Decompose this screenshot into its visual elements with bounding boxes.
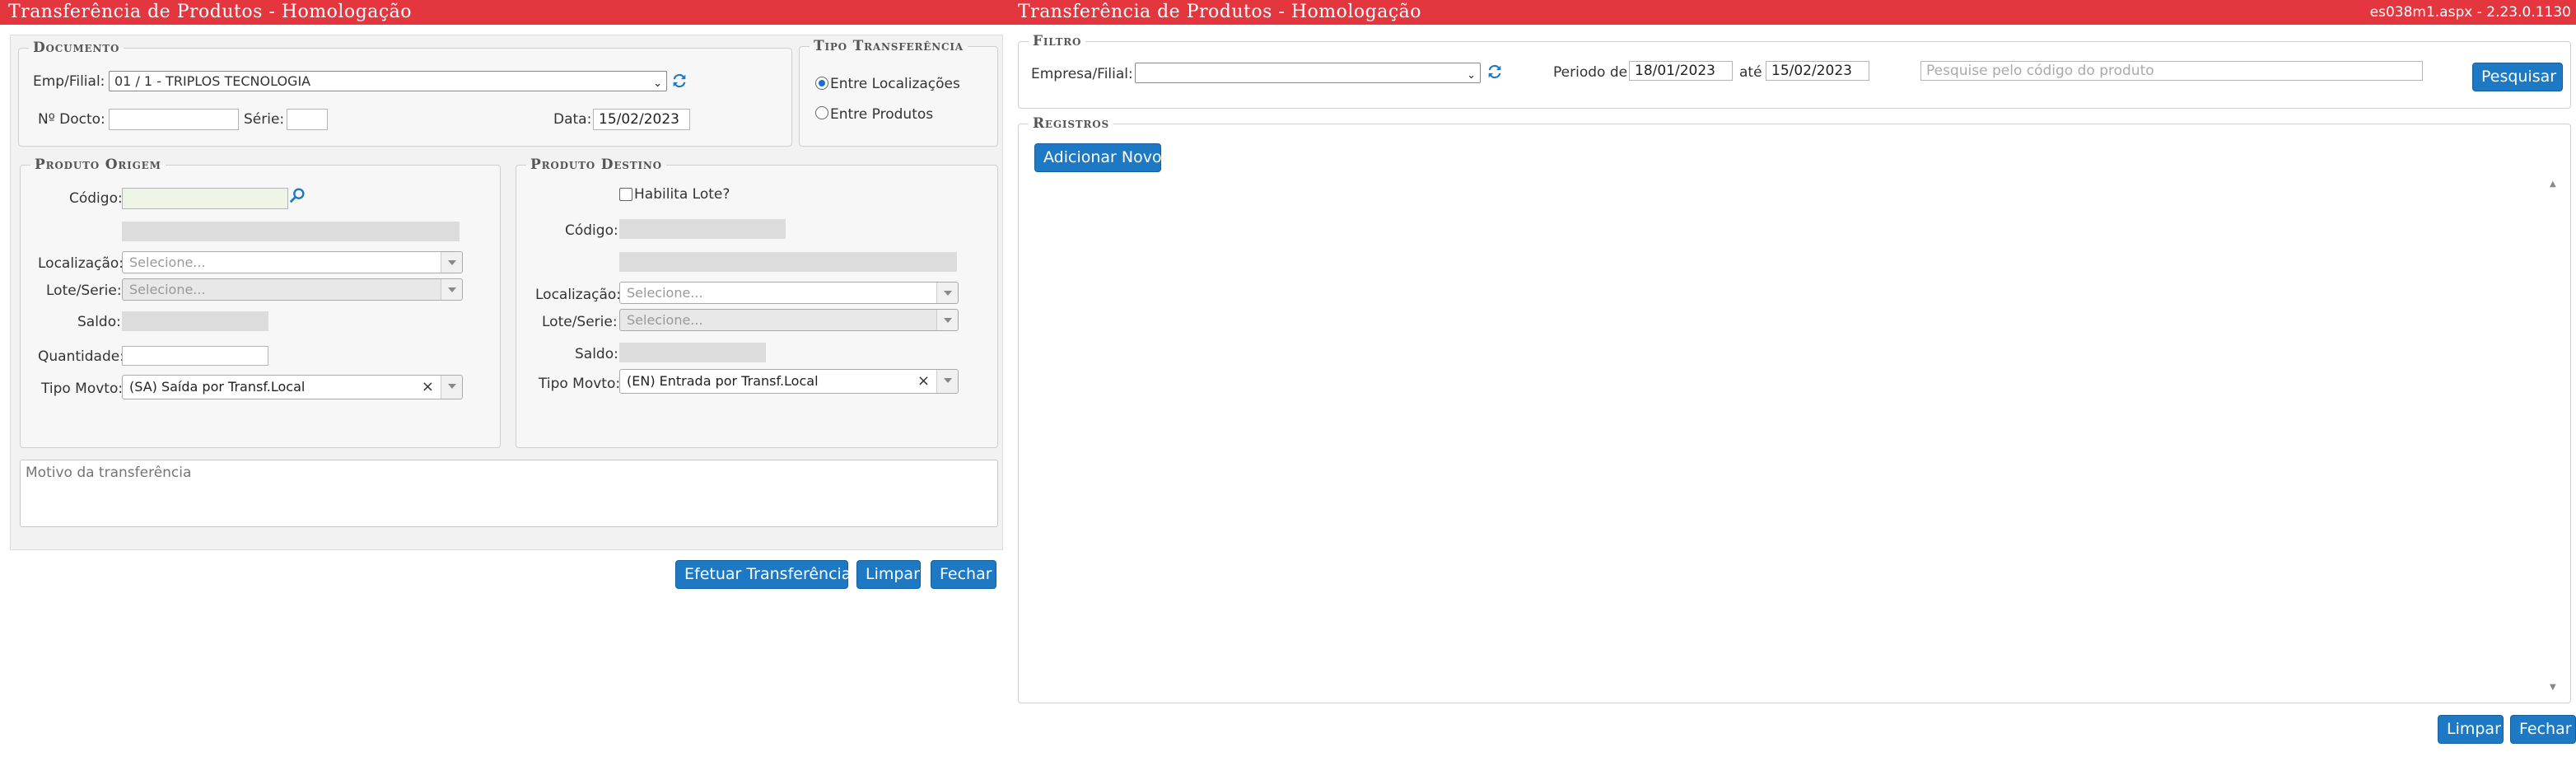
tipo-legend: Tipo Transferência [814,38,964,54]
fechar-button[interactable]: Fechar [2510,715,2576,744]
refresh-icon[interactable] [670,72,688,90]
destino-legend: Produto Destino [530,156,662,173]
page-title: Transferência de Produtos - Homologação … [1010,0,2576,25]
chevron-down-icon [441,376,462,399]
entre-produtos-label: Entre Produtos [830,106,934,123]
destino-tipomovto-value: (EN) Entrada por Transf.Local [627,373,819,389]
destino-localizacao-label: Localização: [535,287,622,303]
emp-filial-value: 01 / 1 - TRIPLOS TECNOLOGIA [114,73,311,89]
origem-lote-label: Lote/Serie: [46,283,122,299]
search-placeholder: Pesquise pelo código do produto [1926,63,2154,79]
title-text: Transferência de Produtos - Homologação [1018,2,1422,22]
destino-saldo-field [619,343,766,362]
efetuar-transferencia-button[interactable]: Efetuar Transferência [675,560,851,589]
ate-label: até [1739,64,1762,81]
destino-lote-select[interactable]: Selecione... [619,309,959,331]
search-icon[interactable] [288,186,306,204]
fechar-button[interactable]: Fechar [931,560,996,589]
quantidade-label: Quantidade: [38,348,124,365]
data-label: Data: [553,111,592,128]
limpar-button[interactable]: Limpar [856,560,921,589]
left-pane: Transferência de Produtos - Homologação … [0,0,1010,766]
close-icon[interactable]: × [422,376,434,399]
chevron-down-icon [936,370,958,393]
destino-lote-placeholder: Selecione... [627,312,703,328]
destino-saldo-label: Saldo: [575,346,618,362]
destino-codigo-field [619,219,786,239]
origem-localizacao-select[interactable]: Selecione... [122,251,463,273]
origem-legend: Produto Origem [35,156,161,173]
close-icon[interactable]: × [917,370,930,393]
title-text: Transferência de Produtos - Homologação [8,2,413,22]
origem-codigo-input[interactable] [122,188,288,209]
destino-localizacao-select[interactable]: Selecione... [619,282,959,304]
emp-filial-select[interactable]: 01 / 1 - TRIPLOS TECNOLOGIA ⌄ [109,71,667,91]
search-input[interactable]: Pesquise pelo código do produto [1920,61,2423,81]
destino-codigo-label: Código: [565,222,618,239]
version-text: es038m1.aspx - 2.23.0.1130 [2369,4,2571,21]
registros-scrollbar[interactable]: ▲ ▼ [2548,180,2560,692]
origem-tipomovto-label: Tipo Movto: [41,381,124,397]
registros-legend: Registros [1033,115,1110,132]
periodo-ate-value: 15/02/2023 [1771,63,1852,79]
origem-descricao [122,222,460,241]
habilita-lote-label: Habilita Lote? [634,186,730,203]
empresa-filial-label: Empresa/Filial: [1031,66,1133,82]
empresa-filial-select[interactable]: ⌄ [1135,63,1481,83]
destino-tipomovto-select[interactable]: (EN) Entrada por Transf.Local × [619,369,959,394]
data-input[interactable]: 15/02/2023 [593,109,690,130]
periodo-ate-input[interactable]: 15/02/2023 [1766,61,1869,81]
destino-localizacao-placeholder: Selecione... [627,285,703,301]
destino-tipomovto-label: Tipo Movto: [539,376,621,392]
adicionar-novo-button[interactable]: Adicionar Novo [1034,143,1162,172]
chevron-down-icon [441,279,462,300]
ndocto-label: Nº Docto: [38,111,105,128]
right-pane: Transferência de Produtos - Homologação … [1010,0,2576,766]
chevron-down-icon [936,310,958,330]
filtro-legend: Filtro [1033,33,1082,49]
chevron-down-icon [441,252,462,273]
documento-legend: Documento [33,40,120,56]
documento-fieldset: Documento [18,40,792,147]
chevron-down-icon [936,283,958,303]
habilita-lote-checkbox[interactable] [619,188,632,201]
origem-localizacao-label: Localização: [38,255,124,272]
periodo-de-input[interactable]: 18/01/2023 [1629,61,1733,81]
pesquisar-button[interactable]: Pesquisar [2472,63,2563,91]
chevron-down-icon: ⌄ [653,77,662,90]
origem-lote-placeholder: Selecione... [129,282,206,297]
entre-localizacoes-label: Entre Localizações [830,76,960,92]
serie-label: Série: [244,111,285,128]
limpar-button[interactable]: Limpar [2438,715,2504,744]
data-value: 15/02/2023 [599,111,679,128]
periodo-label: Periodo de [1553,64,1628,81]
scroll-up-icon[interactable]: ▲ [2550,180,2556,189]
radio-entre-localizacoes[interactable] [815,77,828,90]
origem-localizacao-placeholder: Selecione... [129,255,206,270]
origem-lote-select[interactable]: Selecione... [122,278,463,301]
motivo-textarea[interactable] [20,460,998,527]
destino-lote-label: Lote/Serie: [542,314,618,330]
radio-entre-produtos[interactable] [815,106,828,119]
tipo-fieldset: Tipo Transferência [799,38,998,147]
origem-saldo-field [122,311,268,331]
scroll-down-icon[interactable]: ▼ [2550,683,2556,692]
page-title: Transferência de Produtos - Homologação [0,0,1010,25]
registros-fieldset: Registros [1018,115,2571,703]
periodo-de-value: 18/01/2023 [1635,63,1715,79]
origem-saldo-label: Saldo: [77,314,121,330]
emp-filial-label: Emp/Filial: [33,73,105,90]
destino-descricao [619,252,957,272]
ndocto-input[interactable] [109,109,239,130]
origem-tipomovto-value: (SA) Saída por Transf.Local [129,379,306,395]
chevron-down-icon: ⌄ [1467,69,1476,82]
quantidade-input[interactable] [122,346,268,366]
refresh-icon[interactable] [1486,63,1504,81]
origem-tipomovto-select[interactable]: (SA) Saída por Transf.Local × [122,375,463,399]
origem-codigo-label: Código: [69,190,123,207]
serie-input[interactable] [287,109,328,130]
